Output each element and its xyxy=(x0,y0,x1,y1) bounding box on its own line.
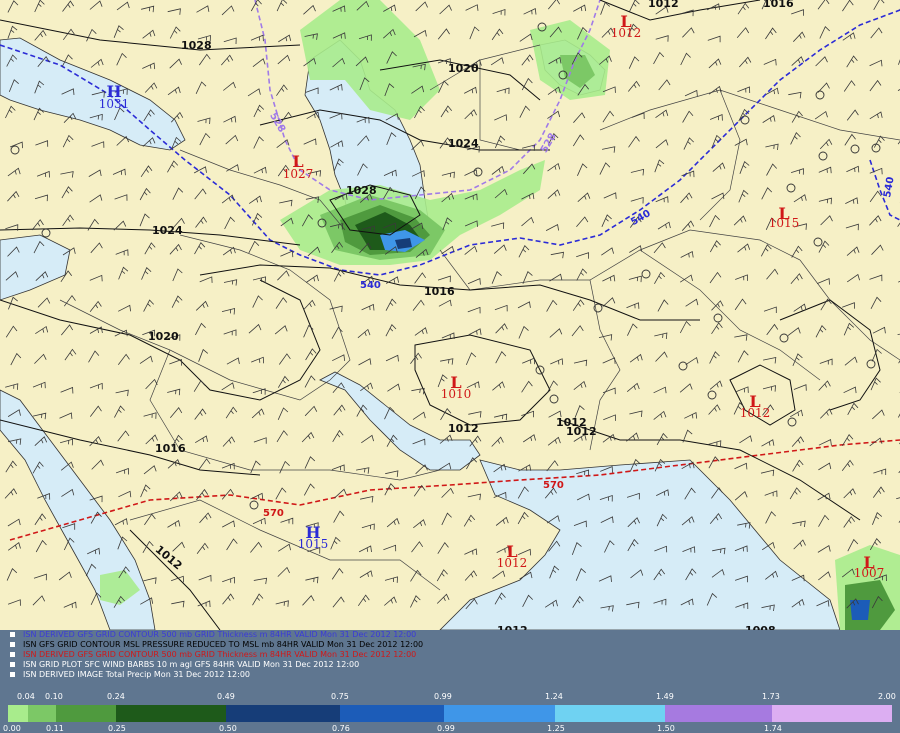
colorbar-bottom-label: 0.00 xyxy=(3,724,21,733)
colorbar-top-label: 0.99 xyxy=(434,692,452,701)
colorbar-bottom-label: 0.11 xyxy=(46,724,64,733)
colorbar-cell xyxy=(116,705,226,722)
colorbar-cell xyxy=(56,705,116,722)
center-value: 1031 xyxy=(99,97,130,111)
isobar-label: 1020 xyxy=(148,330,179,343)
thickness-label: 570 xyxy=(543,480,564,491)
colorbar-cell xyxy=(28,705,56,722)
isobar-label: 1012 xyxy=(566,425,597,438)
colorbar-top-label: 0.10 xyxy=(45,692,63,701)
legend-line-precip: ISN DERIVED IMAGE Total Precip Mon 31 De… xyxy=(10,670,250,680)
colorbar-bottom-label: 1.50 xyxy=(657,724,675,733)
bullet-icon xyxy=(10,672,15,677)
isobar-label: 1012 xyxy=(448,422,479,435)
legend-text: ISN GFS GRID CONTOUR MSL PRESSURE REDUCE… xyxy=(23,640,424,649)
isobar-label: 1016 xyxy=(763,0,794,10)
colorbar-cell xyxy=(555,705,665,722)
colorbar-top-label: 2.00 xyxy=(878,692,896,701)
colorbar-top-label: 0.49 xyxy=(217,692,235,701)
colorbar-cell xyxy=(772,705,892,722)
legend-text: ISN DERIVED IMAGE Total Precip Mon 31 De… xyxy=(23,670,251,679)
colorbar-top-label: 1.24 xyxy=(545,692,563,701)
center-value: 1012 xyxy=(611,26,642,40)
center-value: 1007 xyxy=(854,566,885,580)
center-value: 1012 xyxy=(740,406,771,420)
isobar-label: 1016 xyxy=(424,285,455,298)
bullet-icon xyxy=(10,662,15,667)
colorbar-top-label: 0.04 xyxy=(17,692,35,701)
colorbar-cell xyxy=(340,705,444,722)
legend-text: ISN DERIVED GFS GRID CONTOUR 500 mb GRID… xyxy=(23,630,417,639)
legend-line-pressure: ISN GFS GRID CONTOUR MSL PRESSURE REDUCE… xyxy=(10,640,423,650)
colorbar-bottom-label: 0.50 xyxy=(219,724,237,733)
isobar-label: 1012 xyxy=(648,0,679,10)
colorbar-cell xyxy=(665,705,772,722)
weather-map: H 1031 L 1027 L 1012 L 1015 L 1010 L 101… xyxy=(0,0,900,630)
isobar-label: 1024 xyxy=(152,224,183,237)
colorbar-top-label: 1.49 xyxy=(656,692,674,701)
colorbar-bottom-label: 0.25 xyxy=(108,724,126,733)
thickness-label: 540 xyxy=(360,280,381,291)
colorbar-bottom-label: 0.99 xyxy=(437,724,455,733)
isobar-label: 1028 xyxy=(181,39,212,52)
legend-text: ISN DERIVED GFS GRID CONTOUR 500 mb GRID… xyxy=(23,650,417,659)
colorbar-cell xyxy=(8,705,28,722)
bullet-icon xyxy=(10,632,15,637)
isobar-label: 1020 xyxy=(448,62,479,75)
colorbar-top-label: 1.73 xyxy=(762,692,780,701)
bullet-icon xyxy=(10,652,15,657)
isobar-label: 1016 xyxy=(155,442,186,455)
center-value: 1015 xyxy=(769,216,800,230)
isobar-label: 1028 xyxy=(346,184,377,197)
isobar-label: 1024 xyxy=(448,137,479,150)
center-value: 1012 xyxy=(497,556,528,570)
center-value: 1015 xyxy=(298,537,329,551)
colorbar-bottom-label: 1.25 xyxy=(547,724,565,733)
center-value: 1010 xyxy=(441,387,472,401)
colorbar-top-label: 0.24 xyxy=(107,692,125,701)
colorbar-bottom-label: 0.76 xyxy=(332,724,350,733)
legend-line-wind: ISN GRID PLOT SFC WIND BARBS 10 m agl GF… xyxy=(10,660,359,670)
colorbar-cell xyxy=(444,705,555,722)
colorbar-top-label: 0.75 xyxy=(331,692,349,701)
legend-text: ISN GRID PLOT SFC WIND BARBS 10 m agl GF… xyxy=(23,660,360,669)
colorbar-cell xyxy=(226,705,340,722)
center-value: 1027 xyxy=(283,167,314,181)
thickness-label: 570 xyxy=(263,508,284,519)
colorbar-bottom-label: 1.74 xyxy=(764,724,782,733)
bullet-icon xyxy=(10,642,15,647)
legend-line-thickness-blue: ISN DERIVED GFS GRID CONTOUR 500 mb GRID… xyxy=(10,630,416,640)
legend-line-thickness-red: ISN DERIVED GFS GRID CONTOUR 500 mb GRID… xyxy=(10,650,416,660)
